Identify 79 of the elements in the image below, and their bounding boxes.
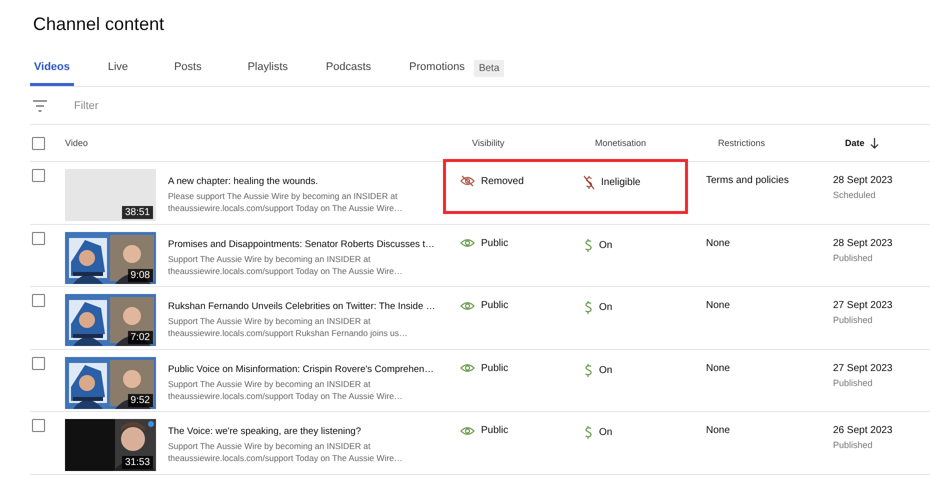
video-description: Support The Aussie Wire by becoming an INSIDER at bbox=[168, 252, 372, 264]
eye-icon bbox=[460, 238, 475, 248]
video-description: Support The Aussie Wire by becoming an INSIDER at bbox=[168, 440, 372, 452]
restrictions-value: None bbox=[706, 425, 730, 436]
video-description: theaussiewire.locals.com/support Rukshan Fernando joins us… bbox=[168, 327, 409, 339]
video-title[interactable]: Rukshan Fernando Unveils Celebrities on Twitter: The Inside … bbox=[168, 300, 460, 313]
video-title[interactable]: A new chapter: healing the wounds. bbox=[168, 175, 460, 188]
video-title[interactable]: Promises and Disappointments: Senator Roberts Discusses t… bbox=[168, 238, 460, 250]
eye-icon bbox=[460, 363, 475, 373]
dollar-icon bbox=[583, 362, 593, 378]
video-description: Please support The Aussie Wire by becoming an INSIDER at bbox=[168, 190, 398, 202]
tab[interactable]: Live bbox=[104, 56, 132, 86]
restrictions-value: None bbox=[706, 362, 730, 374]
duration-badge: 7:02 bbox=[128, 331, 153, 344]
video-thumbnail[interactable]: 9:52 bbox=[65, 356, 156, 408]
video-thumbnail[interactable]: 38:51 bbox=[65, 169, 156, 221]
date-value: 27 Sept 2023 bbox=[833, 300, 894, 311]
monetisation-status[interactable]: On bbox=[599, 364, 612, 376]
video-thumbnail[interactable]: 9:08 bbox=[65, 232, 156, 284]
dollar-icon bbox=[583, 425, 593, 440]
video-title[interactable]: The Voice: we're speaking, are they listening? bbox=[168, 425, 460, 438]
video-description: Support The Aussie Wire by becoming an INSIDER at bbox=[168, 315, 372, 327]
video-thumbnail[interactable]: 7:02 bbox=[65, 294, 156, 346]
video-description: theaussiewire.locals.com/support Today on The Aussie Wire… bbox=[168, 452, 404, 464]
publish-status: Published bbox=[833, 440, 874, 450]
duration-badge: 31:53 bbox=[122, 456, 153, 469]
visibility-status[interactable]: Public bbox=[481, 300, 508, 311]
monetisation-status[interactable]: On bbox=[599, 427, 612, 438]
date-value: 28 Sept 2023 bbox=[833, 238, 894, 248]
video-description: theaussiewire.locals.com/support Today on The Aussie Wire… bbox=[168, 264, 404, 276]
tab[interactable]: Playlists bbox=[244, 56, 292, 86]
restrictions-value: Terms and policies bbox=[706, 175, 789, 186]
visibility-status[interactable]: Public bbox=[481, 362, 508, 374]
dollar-icon bbox=[583, 238, 593, 252]
tab[interactable]: Posts bbox=[170, 56, 206, 86]
visibility-status[interactable]: Removed bbox=[481, 176, 524, 186]
video-description: Support The Aussie Wire by becoming an INSIDER at bbox=[168, 378, 372, 390]
publish-status: Published bbox=[833, 315, 874, 325]
video-title[interactable]: Public Voice on Misinformation: Crispin Rovere's Comprehen… bbox=[168, 362, 460, 376]
row-checkbox[interactable] bbox=[32, 169, 45, 182]
select-all-checkbox[interactable] bbox=[32, 136, 45, 150]
visibility-status[interactable]: Public bbox=[481, 238, 508, 248]
tab[interactable]: Podcasts bbox=[322, 56, 376, 86]
duration-badge: 38:51 bbox=[122, 206, 153, 219]
column-header: Restrictions bbox=[718, 138, 766, 148]
row-checkbox[interactable] bbox=[32, 419, 45, 432]
dollar-off-icon bbox=[583, 175, 595, 190]
column-header: Visibility bbox=[472, 138, 504, 148]
date-value: 27 Sept 2023 bbox=[833, 362, 894, 374]
column-header: Video bbox=[65, 138, 88, 148]
publish-status: Published bbox=[833, 252, 874, 262]
monetisation-status[interactable]: On bbox=[599, 302, 612, 313]
monetisation-status[interactable]: Ineligible bbox=[601, 177, 640, 188]
eye-icon bbox=[460, 426, 475, 436]
page-title: Channel content bbox=[32, 13, 166, 36]
tab[interactable]: Promotions bbox=[405, 56, 469, 86]
tab[interactable]: Videos bbox=[30, 56, 74, 86]
monetisation-status[interactable]: On bbox=[599, 240, 612, 250]
video-description: theaussiewire.locals.com/support Today on The Aussie Wire… bbox=[168, 202, 404, 214]
eye-icon bbox=[460, 300, 475, 310]
restrictions-value: None bbox=[706, 300, 730, 311]
date-value: 28 Sept 2023 bbox=[833, 175, 894, 186]
date-value: 26 Sept 2023 bbox=[833, 425, 894, 436]
sort-down-icon[interactable] bbox=[870, 138, 879, 148]
column-header[interactable]: Date bbox=[845, 138, 865, 148]
eye-off-icon bbox=[460, 175, 475, 187]
video-thumbnail[interactable]: 31:53 bbox=[65, 419, 156, 471]
filter-icon[interactable] bbox=[32, 100, 48, 112]
beta-badge: Beta bbox=[474, 60, 504, 76]
row-checkbox[interactable] bbox=[32, 232, 45, 244]
visibility-status[interactable]: Public bbox=[481, 425, 508, 436]
restrictions-value: None bbox=[706, 238, 730, 248]
dollar-icon bbox=[583, 300, 593, 315]
publish-status: Scheduled bbox=[833, 190, 877, 200]
row-checkbox[interactable] bbox=[32, 294, 45, 307]
publish-status: Published bbox=[833, 378, 874, 388]
row-checkbox[interactable] bbox=[32, 356, 45, 370]
video-description: theaussiewire.locals.com/support Today on The Aussie Wire… bbox=[168, 390, 404, 402]
column-header: Monetisation bbox=[595, 138, 646, 148]
